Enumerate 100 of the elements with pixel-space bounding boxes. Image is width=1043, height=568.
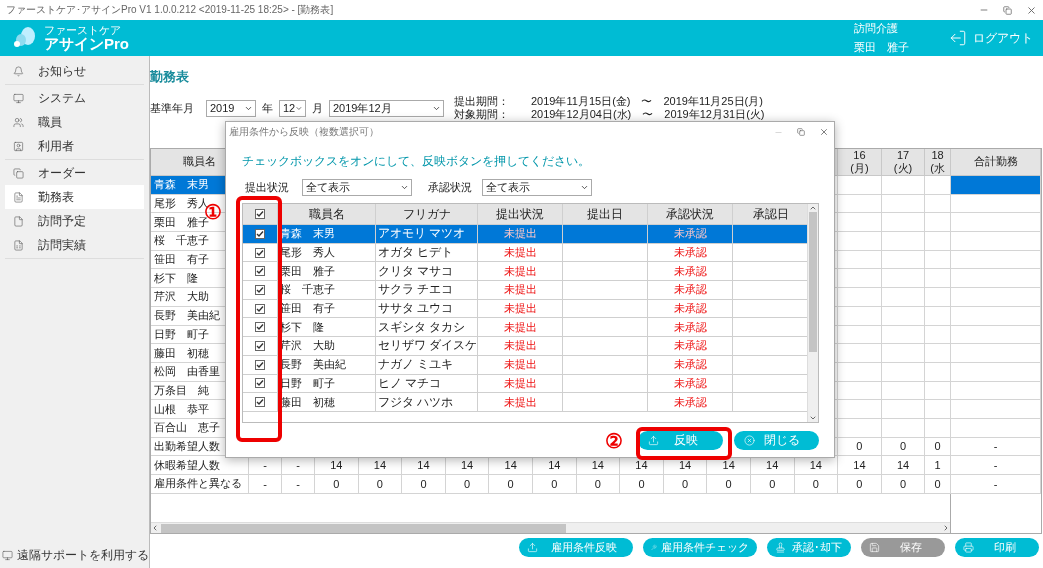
people-icon: [13, 116, 24, 128]
checkbox[interactable]: [255, 378, 265, 389]
checkbox[interactable]: [255, 303, 265, 314]
field-label: 基準年月: [150, 100, 195, 116]
checkbox[interactable]: [255, 266, 265, 277]
checkbox[interactable]: [255, 247, 265, 258]
close-icon[interactable]: [1026, 4, 1037, 16]
table-row[interactable]: 青森 末男 アオモリ マツオ 未提出 未承認: [243, 225, 807, 244]
checkbox[interactable]: [255, 322, 265, 333]
column-header: 合計勤務: [951, 149, 1041, 176]
table-cell: セリザワ ダイスケ: [376, 337, 478, 356]
sidebar-item[interactable]: お知らせ: [5, 59, 144, 83]
checkbox[interactable]: [255, 340, 265, 351]
unit-label: 月: [312, 100, 323, 116]
document-icon: [13, 191, 24, 203]
sidebar-item[interactable]: システム: [5, 86, 144, 110]
logo-icon: [12, 26, 38, 50]
table-cell: 長野 美由紀: [278, 355, 376, 375]
checkbox[interactable]: [255, 284, 265, 295]
status-cell: 未提出: [478, 225, 563, 244]
step-number: ②: [605, 431, 623, 451]
table-cell: 0: [881, 475, 926, 494]
status-cell: 未提出: [478, 393, 563, 412]
table-cell: ナガノ ミユキ: [376, 355, 478, 375]
table-cell: 0: [489, 475, 533, 494]
chevron-left-icon: [151, 524, 159, 532]
chevron-down-icon: [809, 414, 817, 422]
sidebar-item[interactable]: 勤務表: [5, 185, 144, 209]
file-icon: [13, 215, 24, 227]
table-cell: フジタ ハツホ: [376, 393, 478, 412]
chevron-right-icon: [942, 524, 950, 532]
brand-name: アサインPro: [44, 35, 129, 53]
logout-icon: [949, 29, 967, 47]
month-select[interactable]: 12: [279, 99, 306, 117]
filter-select[interactable]: 全て表示: [302, 179, 412, 196]
table-cell: 0: [663, 475, 708, 494]
table-cell: 14: [838, 456, 882, 475]
table-cell: 0: [750, 475, 795, 494]
checkbox[interactable]: [255, 397, 265, 408]
row-label: 休暇希望人数: [151, 456, 249, 475]
status-cell: 未提出: [478, 355, 563, 375]
monitor-icon: [2, 549, 13, 561]
table-cell: -: [282, 475, 315, 494]
printer-icon: [963, 542, 974, 553]
period-select[interactable]: 2019年12月: [329, 99, 444, 117]
row-label: 雇用条件と異なる: [151, 475, 249, 494]
stamp-icon: [775, 542, 786, 553]
period-range: 2019年12月04日(水) 〜 2019年12月31日(火): [531, 108, 765, 121]
table-cell: 0: [445, 475, 490, 494]
table-cell: -: [249, 475, 282, 494]
brand-subtitle: ファーストケア: [44, 23, 122, 36]
unit-label: 年: [262, 100, 273, 116]
day-header: 18 (水: [925, 149, 951, 176]
period-label: 提出期間：: [454, 95, 510, 108]
table-cell: アオモリ マツオ: [376, 225, 478, 244]
status-cell: 未提出: [478, 337, 563, 356]
remote-support-link[interactable]: 遠隔サポートを利用する: [0, 542, 149, 568]
vertical-scrollbar[interactable]: [807, 204, 818, 422]
sidebar-item[interactable]: 訪問予定: [5, 209, 144, 233]
status-cell: 未承認: [648, 281, 733, 300]
copy-icon: [13, 167, 24, 179]
status-cell: 未承認: [648, 225, 733, 244]
filter-label: 承認状況: [428, 180, 473, 195]
horizontal-scrollbar[interactable]: [151, 522, 950, 533]
checkbox[interactable]: [255, 209, 265, 219]
status-cell: 未提出: [478, 281, 563, 300]
table-cell: 0: [794, 475, 839, 494]
spreadsheet-icon: [13, 239, 24, 251]
table-cell: 0: [838, 475, 882, 494]
table-cell: 0: [925, 475, 951, 494]
upload-icon: [527, 542, 538, 553]
year-select[interactable]: 2019: [206, 99, 256, 117]
period-label: 対象期間：: [454, 108, 510, 121]
table-cell: -: [951, 456, 1041, 475]
table-cell: 0: [402, 475, 446, 494]
filter-select[interactable]: 全て表示: [482, 179, 592, 196]
chevron-up-icon: [809, 204, 817, 212]
chevron-down-icon: [580, 183, 589, 192]
service-name: 訪問介護: [854, 21, 899, 36]
bell-icon: [13, 65, 24, 77]
wand-icon: [651, 542, 657, 553]
close-icon[interactable]: [819, 127, 829, 137]
table-cell: 0: [620, 475, 664, 494]
table-cell: 0: [707, 475, 751, 494]
day-header: 17 (火): [881, 149, 926, 176]
status-cell: 未承認: [648, 355, 733, 375]
table-cell: 1: [925, 456, 951, 475]
sidebar-item[interactable]: 利用者: [5, 134, 144, 158]
table-cell: 0: [315, 475, 359, 494]
period-range: 2019年11月15日(金) 〜 2019年11月25日(月): [531, 95, 764, 108]
checkbox[interactable]: [255, 228, 265, 239]
checkbox[interactable]: [255, 359, 265, 370]
chevron-down-icon: [400, 183, 409, 192]
sidebar-item[interactable]: 訪問実績: [5, 233, 144, 257]
status-cell: 未承認: [648, 337, 733, 356]
table-cell: 14: [881, 456, 926, 475]
user-name: 栗田 雅子: [854, 40, 909, 55]
sidebar-item[interactable]: オーダー: [5, 161, 144, 185]
dialog-title: 雇用条件から反映（複数選択可）: [229, 125, 379, 139]
sidebar-item[interactable]: 職員: [5, 110, 144, 134]
